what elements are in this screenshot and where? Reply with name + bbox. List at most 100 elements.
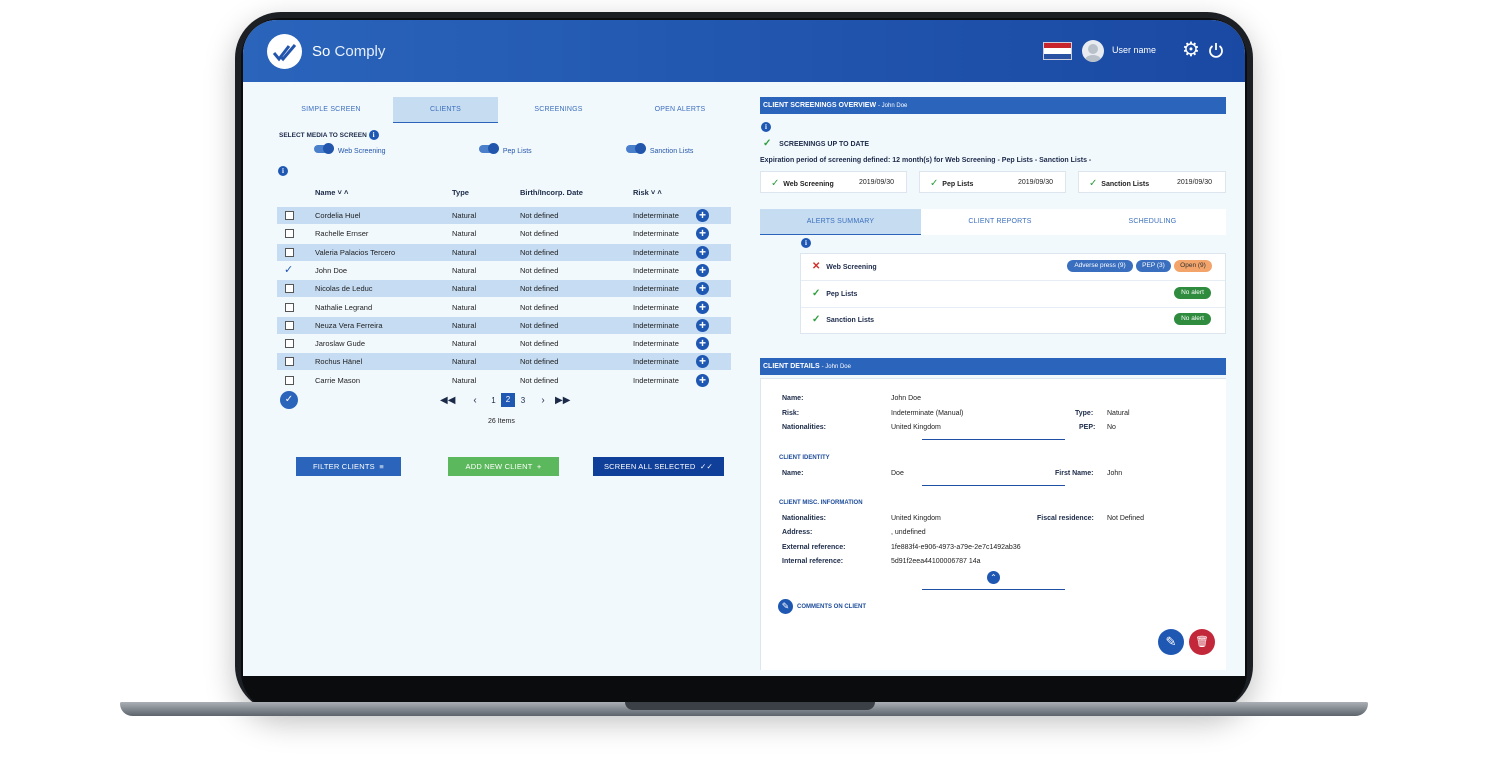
gear-icon[interactable]: ⚙ xyxy=(1182,40,1200,60)
page-1[interactable]: 1 xyxy=(486,396,501,405)
row-checkbox[interactable] xyxy=(285,247,294,257)
avatar[interactable] xyxy=(1082,40,1104,62)
media-option-web[interactable]: Web Screening xyxy=(314,143,386,155)
media-option-pep[interactable]: Pep Lists xyxy=(479,143,532,155)
table-row[interactable]: Valeria Palacios Tercero Natural Not defin… xyxy=(277,243,731,261)
row-date: Not defined xyxy=(520,320,559,330)
toggle-pep-lists[interactable] xyxy=(479,143,499,154)
first-page-icon[interactable]: ◀◀ xyxy=(440,395,464,406)
row-type: Natural xyxy=(452,302,477,312)
tab-alerts-summary[interactable]: ALERTS SUMMARY xyxy=(760,209,921,235)
add-icon[interactable]: + xyxy=(696,337,709,351)
table-row[interactable]: Cordelia Huel Natural Not defined Indetermi… xyxy=(277,207,731,224)
add-icon[interactable]: + xyxy=(696,209,709,222)
table-row[interactable]: Rachelle Ernser Natural Not defined Indeter… xyxy=(277,225,731,242)
pep-badge[interactable]: PEP (3) xyxy=(1136,260,1171,272)
add-icon[interactable]: + xyxy=(696,373,709,387)
row-type: Natural xyxy=(452,284,477,294)
identity-title: CLIENT IDENTITY xyxy=(779,455,830,461)
logo-icon[interactable] xyxy=(267,34,302,69)
screen-all-button[interactable]: SCREEN ALL SELECTED ✓✓ xyxy=(593,457,724,476)
row-checkbox[interactable] xyxy=(285,229,294,239)
add-icon[interactable]: + xyxy=(696,227,709,241)
row-risk: Indeterminate xyxy=(633,357,679,367)
info-icon[interactable]: i xyxy=(801,238,811,248)
row-risk: Indeterminate xyxy=(633,265,679,275)
app-header: So Comply User name ⚙ xyxy=(243,20,1245,82)
row-checkbox[interactable] xyxy=(285,284,294,294)
nationalities-value: United Kingdom xyxy=(891,424,941,431)
pep-lists-date: 2019/09/30 xyxy=(1018,179,1054,186)
check-icon[interactable]: ✓ xyxy=(284,262,293,279)
row-name: Neuza Vera Ferreira xyxy=(315,320,383,330)
row-type: Natural xyxy=(452,229,477,239)
pencil-icon[interactable]: ✎ xyxy=(778,599,793,614)
info-icon[interactable]: i xyxy=(368,130,379,140)
row-checkbox[interactable] xyxy=(285,320,294,330)
alert-web: ✕ Web Screening xyxy=(812,261,877,272)
add-icon[interactable]: + xyxy=(696,355,709,369)
user-name[interactable]: User name xyxy=(1112,45,1156,55)
table-row[interactable]: Jaroslaw Gude Natural Not defined Indetermi… xyxy=(277,335,731,352)
tab-simple-screen[interactable]: SIMPLE SCREEN xyxy=(269,97,393,123)
add-icon[interactable]: + xyxy=(696,282,709,296)
sanction-no-alert-badge: No alert xyxy=(1174,313,1211,325)
tab-scheduling[interactable]: SCHEDULING xyxy=(1079,209,1226,235)
table-row[interactable]: Nicolas de Leduc Natural Not defined Indete… xyxy=(277,280,731,298)
row-type: Natural xyxy=(452,339,477,349)
prev-page-icon[interactable]: ‹ xyxy=(464,395,486,406)
row-checkbox[interactable] xyxy=(285,357,294,367)
filter-clients-button[interactable]: FILTER CLIENTS ≡ xyxy=(296,457,401,476)
fiscal-value: Not Defined xyxy=(1107,515,1144,522)
page-2[interactable]: 2 xyxy=(501,393,515,407)
delete-button[interactable]: 🗑 xyxy=(1189,629,1215,655)
tab-clients[interactable]: CLIENTS xyxy=(393,97,498,123)
media-option-sanction[interactable]: Sanction Lists xyxy=(626,143,693,155)
add-icon[interactable]: + xyxy=(696,318,709,332)
add-client-button[interactable]: ADD NEW CLIENT + xyxy=(448,457,559,476)
adverse-press-badge[interactable]: Adverse press (9) xyxy=(1067,260,1133,272)
col-type[interactable]: Type xyxy=(452,188,469,197)
row-name: Nicolas de Leduc xyxy=(315,284,373,294)
add-icon[interactable]: + xyxy=(696,300,709,314)
table-row[interactable]: Neuza Vera Ferreira Natural Not defined Ind… xyxy=(277,316,731,334)
laptop-notch xyxy=(625,702,875,710)
col-name[interactable]: Name ˅ ˄ xyxy=(315,188,348,197)
col-date[interactable]: Birth/Incorp. Date xyxy=(520,188,583,197)
next-page-icon[interactable]: › xyxy=(531,395,555,406)
info-icon[interactable]: i xyxy=(761,122,771,132)
details-card: Name: John Doe Risk: Indeterminate (Manu… xyxy=(760,378,1226,670)
comments-link[interactable]: ✎ COMMENTS ON CLIENT xyxy=(778,599,866,614)
check-icon: ✓ xyxy=(812,314,821,325)
tab-open-alerts[interactable]: OPEN ALERTS xyxy=(619,97,741,123)
row-type: Natural xyxy=(452,357,477,367)
tab-client-reports[interactable]: CLIENT REPORTS xyxy=(921,209,1079,235)
tab-screenings[interactable]: SCREENINGS xyxy=(498,97,619,123)
toggle-sanction-lists[interactable] xyxy=(626,143,646,154)
row-checkbox[interactable] xyxy=(285,211,294,220)
table-row[interactable]: ✓ John Doe Natural Not defined Indeterminate… xyxy=(277,262,731,279)
edit-button[interactable]: ✎ xyxy=(1158,629,1184,655)
row-checkbox[interactable] xyxy=(285,375,294,385)
page-3[interactable]: 3 xyxy=(515,396,531,405)
left-tabs: SIMPLE SCREEN CLIENTS SCREENINGS OPEN AL… xyxy=(269,97,741,123)
row-checkbox[interactable] xyxy=(285,339,294,349)
row-checkbox[interactable] xyxy=(285,302,294,312)
table-row[interactable]: Carrie Mason Natural Not defined Indetermin… xyxy=(277,372,731,389)
select-all-icon[interactable]: ✓ xyxy=(280,391,298,409)
sanction-lists-card: ✓ Sanction Lists 2019/09/30 xyxy=(1078,171,1226,193)
collapse-icon[interactable]: ⌃ xyxy=(987,571,1000,584)
add-icon[interactable]: + xyxy=(696,263,709,277)
table-row[interactable]: Nathalie Legrand Natural Not defined Indete… xyxy=(277,299,731,316)
info-icon[interactable]: i xyxy=(278,166,288,176)
open-badge[interactable]: Open (9) xyxy=(1174,260,1212,272)
last-page-icon[interactable]: ▶▶ xyxy=(555,395,575,406)
netherlands-flag-icon[interactable] xyxy=(1043,42,1072,60)
toggle-web-screening[interactable] xyxy=(314,143,334,154)
col-risk[interactable]: Risk ˅ ˄ xyxy=(633,188,662,197)
row-date: Not defined xyxy=(520,302,559,312)
power-icon[interactable] xyxy=(1208,42,1224,58)
expiration-text: Expiration period of screening defined: … xyxy=(760,157,1092,164)
table-row[interactable]: Rochus Hänel Natural Not defined Indetermin… xyxy=(277,353,731,371)
add-icon[interactable]: + xyxy=(696,245,709,259)
